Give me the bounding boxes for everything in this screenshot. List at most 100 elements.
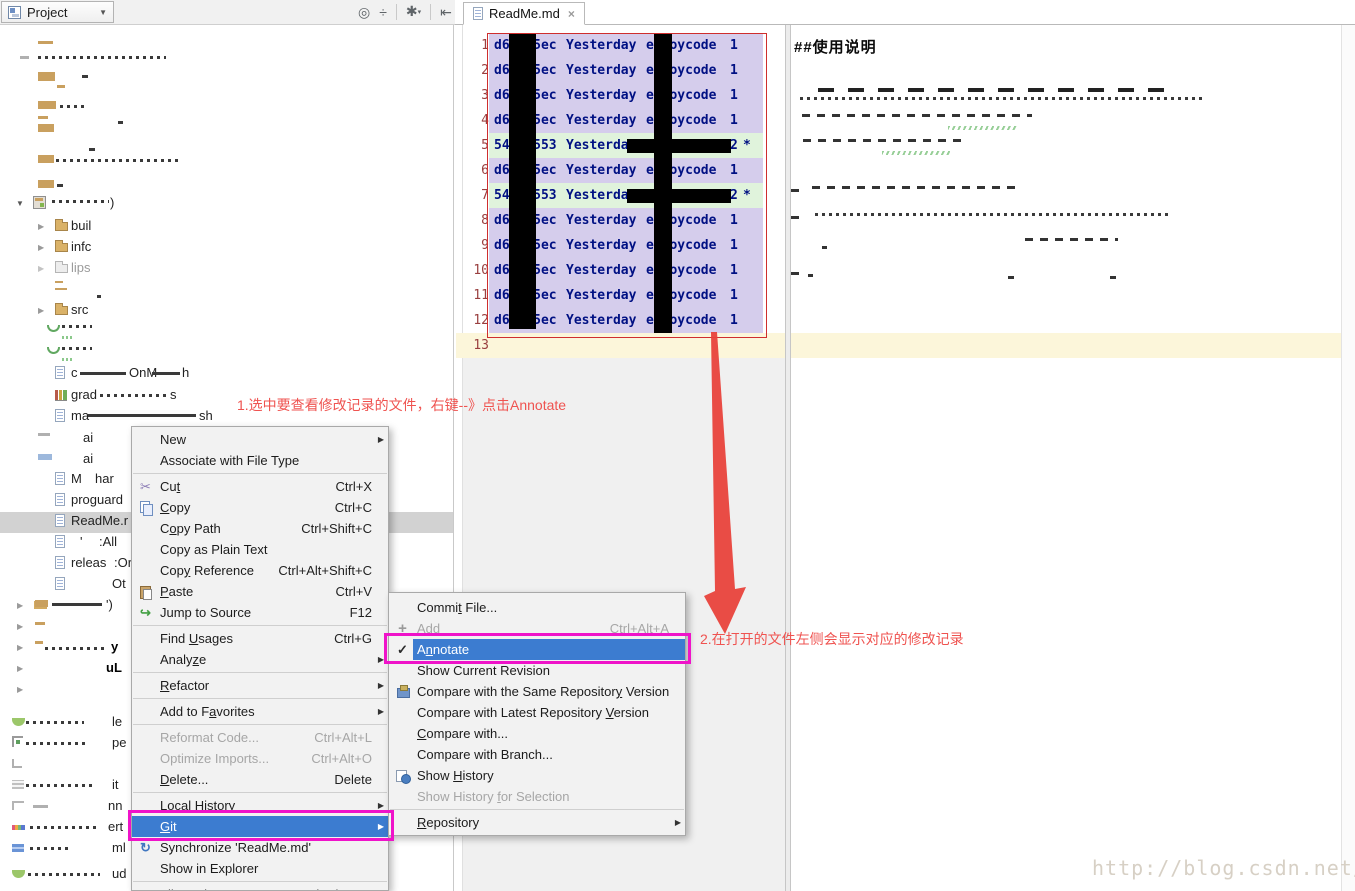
tree-label: Ot [112, 576, 126, 591]
redaction-mark [33, 805, 48, 808]
tree-toggle-icon[interactable]: ▶ [38, 242, 44, 254]
git-menu-item-commit-file[interactable]: Commit File... [389, 597, 685, 618]
menu-item-copy-as-plain-text[interactable]: Copy as Plain Text [132, 539, 388, 560]
git-menu-item-add[interactable]: Add Ctrl+Alt+A [389, 618, 685, 639]
tree-toggle-icon[interactable]: ▶ [17, 663, 23, 675]
settings-gear-icon[interactable]: ✱▾ [406, 0, 421, 25]
tree-toggle-icon[interactable]: ▶ [38, 263, 44, 275]
redaction-mark [26, 784, 92, 787]
git-menu-item-compare-with-latest-repository-version[interactable]: Compare with Latest Repository Version [389, 702, 685, 723]
menu-item-label: Local History [160, 798, 236, 813]
tree-row[interactable]: ▼) [0, 195, 453, 213]
tree-row[interactable]: ▶ buil [0, 218, 453, 236]
menu-separator [133, 625, 387, 626]
tree-label: ert [108, 819, 124, 834]
line-number: 6 [481, 163, 489, 178]
menu-item-copy-path[interactable]: Copy Path Ctrl+Shift+C [132, 518, 388, 539]
git-menu-item-show-history[interactable]: Show History [389, 765, 685, 786]
menu-separator [133, 792, 387, 793]
tree-toggle-icon[interactable]: ▶ [17, 642, 23, 654]
tree-label: s [170, 387, 177, 402]
redaction-mark [62, 325, 92, 328]
redacted-text-mark [818, 88, 1166, 92]
git-menu-item-compare-with-branch[interactable]: Compare with Branch... [389, 744, 685, 765]
tree-label: ud [112, 866, 127, 881]
close-icon[interactable]: × [568, 7, 575, 21]
editor-splitter[interactable] [785, 25, 791, 891]
redaction-mark [38, 180, 54, 188]
git-menu-item-compare-with[interactable]: Compare with... [389, 723, 685, 744]
tab-readme[interactable]: ReadMe.md × [463, 2, 585, 25]
git-menu-item-show-current-revision[interactable]: Show Current Revision [389, 660, 685, 681]
editor-scrollbar[interactable] [1341, 25, 1355, 891]
tree-toggle-icon[interactable]: ▶ [38, 305, 44, 317]
menu-item-copy-reference[interactable]: Copy Reference Ctrl+Alt+Shift+C [132, 560, 388, 581]
menu-item-analyze[interactable]: Analyze ▶ [132, 649, 388, 670]
menu-item-show-in-explorer[interactable]: Show in Explorer [132, 858, 388, 879]
tree-row[interactable]: ▶ lips [0, 260, 453, 278]
menu-item-label: Copy as Plain Text [160, 542, 268, 557]
git-menu-item-compare-with-the-same-repository-version[interactable]: Compare with the Same Repository Version [389, 681, 685, 702]
menu-item-label: Add to Favorites [160, 704, 255, 719]
menu-item-git[interactable]: Git ▶ [132, 816, 388, 837]
menu-item-local-history[interactable]: Local History ▶ [132, 795, 388, 816]
menu-item-file-path[interactable]: File Path Ctrl+Alt+F12 [132, 884, 388, 890]
menu-item-reformat-code[interactable]: Reformat Code... Ctrl+Alt+L [132, 727, 388, 748]
menu-item-label: Copy Reference [160, 563, 254, 578]
menu-item-synchronize-readme-md[interactable]: Synchronize 'ReadMe.md' [132, 837, 388, 858]
redaction-mark [55, 281, 63, 283]
module-icon [33, 196, 46, 209]
line-number: 5 [481, 138, 489, 153]
menu-item-associate-with-file-type[interactable]: Associate with File Type [132, 450, 388, 471]
menu-shortcut: Ctrl+Alt+F12 [299, 884, 372, 890]
ide-window: Project ▼ ◎ ÷ ✱▾ ⇤ ReadMe.md × ▼) ▶ buil ▶ infc… [0, 0, 1355, 891]
redaction-mark [26, 742, 88, 745]
redaction-mark [38, 41, 53, 44]
tree-label: pe [112, 735, 127, 750]
menu-item-paste[interactable]: Paste Ctrl+V [132, 581, 388, 602]
tree-toggle-icon[interactable]: ▶ [17, 684, 23, 696]
bracket-frag-icon [12, 759, 22, 768]
menu-shortcut: Ctrl+C [334, 500, 372, 515]
redaction-mark [28, 873, 100, 876]
hide-panel-icon[interactable]: ⇤ [440, 0, 452, 24]
expand-collapse-icon[interactable]: ÷ [379, 0, 387, 24]
tree-label: :All [99, 534, 118, 549]
menu-item-find-usages[interactable]: Find Usages Ctrl+G [132, 628, 388, 649]
tree-toggle-icon[interactable]: ▶ [38, 221, 44, 233]
project-view-selector[interactable]: Project ▼ [1, 1, 114, 23]
menu-separator [133, 881, 387, 882]
tree-row[interactable]: c OnM h [0, 365, 453, 383]
tree-toggle-icon[interactable]: ▼ [16, 198, 24, 210]
tree-label: ReadMe.r [71, 513, 129, 528]
menu-item-copy[interactable]: Copy Ctrl+C [132, 497, 388, 518]
redaction-mark [62, 347, 92, 350]
menu-item-jump-to-source[interactable]: Jump to Source F12 [132, 602, 388, 623]
locate-icon[interactable]: ◎ [358, 0, 370, 24]
git-menu-item-annotate[interactable]: Annotate [389, 639, 685, 660]
tree-label: ma [71, 408, 90, 423]
menu-item-add-to-favorites[interactable]: Add to Favorites ▶ [132, 701, 388, 722]
scissors-icon [137, 478, 154, 495]
redaction-mark [45, 647, 105, 650]
tree-toggle-icon[interactable]: ▶ [17, 600, 23, 612]
git-menu-item-repository[interactable]: Repository ▶ [389, 812, 685, 833]
tree-row[interactable]: ▶ infc [0, 239, 453, 257]
redaction-mark [62, 336, 74, 339]
menu-item-cut[interactable]: Cut Ctrl+X [132, 476, 388, 497]
menu-item-optimize-imports[interactable]: Optimize Imports... Ctrl+Alt+O [132, 748, 388, 769]
menu-shortcut: Delete [334, 772, 372, 787]
redacted-text-mark [822, 246, 827, 249]
redaction-mark [30, 847, 68, 850]
line-number: 1 [481, 38, 489, 53]
folder-icon [55, 303, 68, 315]
tree-toggle-icon[interactable]: ▶ [17, 621, 23, 633]
menu-shortcut: Ctrl+X [335, 479, 372, 494]
menu-item-delete[interactable]: Delete... Delete [132, 769, 388, 790]
redaction-mark [62, 358, 74, 361]
menu-item-refactor[interactable]: Refactor ▶ [132, 675, 388, 696]
git-menu-item-show-history-for-selection[interactable]: Show History for Selection [389, 786, 685, 807]
menu-item-new[interactable]: New ▶ [132, 429, 388, 450]
tree-row[interactable]: ▶ src [0, 302, 453, 320]
chart-icon [55, 390, 67, 401]
